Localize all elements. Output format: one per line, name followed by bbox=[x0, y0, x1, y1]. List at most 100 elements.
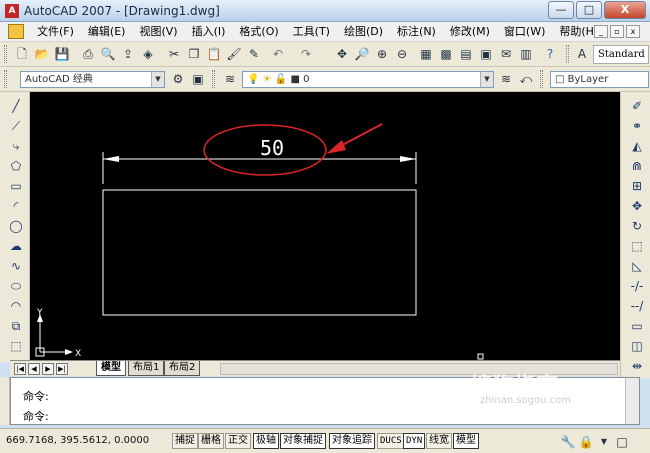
menu-modify[interactable]: 修改(M) bbox=[443, 25, 497, 39]
close-button[interactable]: X bbox=[604, 1, 646, 19]
menu-view[interactable]: 视图(V) bbox=[132, 25, 184, 39]
design-center-icon[interactable]: ▩ bbox=[438, 46, 454, 62]
maximize-button[interactable]: □ bbox=[576, 1, 602, 19]
new-file-icon[interactable]: 🗋 bbox=[14, 46, 30, 62]
copy-icon[interactable]: ❐ bbox=[186, 46, 202, 62]
stretch-icon[interactable]: ◺ bbox=[629, 258, 645, 274]
help-icon[interactable]: ? bbox=[542, 46, 558, 62]
lineweight-toggle[interactable]: 线宽 bbox=[426, 433, 452, 449]
toolbar-grip[interactable] bbox=[4, 45, 7, 63]
menu-window[interactable]: 窗口(W) bbox=[497, 25, 552, 39]
markup-icon[interactable]: ✉ bbox=[498, 46, 514, 62]
ellipse-arc-icon[interactable]: ◠ bbox=[8, 298, 24, 314]
first-tab-button[interactable]: |◀ bbox=[14, 363, 26, 375]
menu-insert[interactable]: 插入(I) bbox=[185, 25, 233, 39]
spline-icon[interactable]: ∿ bbox=[8, 258, 24, 274]
tab-model[interactable]: 模型 bbox=[96, 361, 126, 376]
grid-toggle[interactable]: 栅格 bbox=[198, 433, 224, 449]
minimize-button[interactable]: — bbox=[548, 1, 574, 19]
construction-line-icon[interactable]: ⟋ bbox=[8, 118, 24, 134]
cut-icon[interactable]: ✂ bbox=[166, 46, 182, 62]
lock-icon[interactable]: 🔒 bbox=[578, 434, 594, 450]
scale-icon[interactable]: ⬚ bbox=[629, 238, 645, 254]
trim-icon[interactable]: -/- bbox=[629, 278, 645, 294]
coordinates-readout[interactable]: 669.7168, 395.5612, 0.0000 bbox=[6, 433, 166, 449]
explode-icon[interactable]: ⇹ bbox=[629, 358, 645, 374]
command-prompt-line[interactable]: 命令: bbox=[23, 408, 49, 424]
block-editor-icon[interactable]: ✎ bbox=[246, 46, 262, 62]
menu-dimension[interactable]: 标注(N) bbox=[390, 25, 443, 39]
plot-preview-icon[interactable]: 🔍 bbox=[100, 46, 116, 62]
text-style-icon[interactable]: A bbox=[574, 46, 590, 62]
zoom-realtime-icon[interactable]: 🔎 bbox=[354, 46, 370, 62]
communication-center-icon[interactable]: 🔧 bbox=[560, 434, 576, 450]
drawn-rectangle[interactable] bbox=[102, 189, 417, 316]
zoom-window-icon[interactable]: ⊕ bbox=[374, 46, 390, 62]
chamfer-icon[interactable]: ◫ bbox=[629, 338, 645, 354]
paste-icon[interactable]: 📋 bbox=[206, 46, 222, 62]
mdi-restore-button[interactable]: ▫ bbox=[610, 25, 624, 38]
properties-icon[interactable]: ▦ bbox=[418, 46, 434, 62]
text-style-select[interactable]: Standard bbox=[593, 45, 649, 64]
offset-icon[interactable]: ⋒ bbox=[629, 158, 645, 174]
pan-realtime-icon[interactable]: ✥ bbox=[334, 46, 350, 62]
redo-icon[interactable]: ↷ bbox=[298, 46, 314, 62]
dyn-toggle[interactable]: DYN bbox=[403, 433, 426, 449]
tab-layout2[interactable]: 布局2 bbox=[164, 361, 201, 376]
menu-edit[interactable]: 编辑(E) bbox=[81, 25, 133, 39]
line-icon[interactable]: ╱ bbox=[8, 98, 24, 114]
polygon-icon[interactable]: ⬠ bbox=[8, 158, 24, 174]
calculator-icon[interactable]: ▥ bbox=[518, 46, 534, 62]
toolbar-grip[interactable] bbox=[212, 70, 215, 88]
workspace-settings-icon[interactable]: ⚙ bbox=[170, 71, 186, 87]
toolbar-grip[interactable] bbox=[540, 70, 543, 88]
menu-draw[interactable]: 绘图(D) bbox=[337, 25, 390, 39]
insert-block-icon[interactable]: ⧉ bbox=[8, 318, 24, 334]
command-scrollbar[interactable] bbox=[625, 378, 639, 424]
toolbar-grip[interactable] bbox=[566, 45, 569, 63]
object-snap-toggle[interactable]: 对象捕捉 bbox=[280, 433, 326, 449]
command-window-grip[interactable] bbox=[0, 377, 10, 425]
tool-palettes-icon[interactable]: ▤ bbox=[458, 46, 474, 62]
workspace-select[interactable]: AutoCAD 经典 ▼ bbox=[20, 71, 165, 88]
autocad-app-icon[interactable]: A bbox=[5, 4, 19, 18]
arc-icon[interactable]: ◜ bbox=[8, 198, 24, 214]
save-icon[interactable]: 💾 bbox=[54, 46, 70, 62]
workspace-save-icon[interactable]: ▣ bbox=[190, 71, 206, 87]
layer-select[interactable]: 💡 ☀ 🔓 ■ 0 ▼ bbox=[242, 71, 494, 88]
undo-icon[interactable]: ↶ bbox=[270, 46, 286, 62]
extend-icon[interactable]: --/ bbox=[629, 298, 645, 314]
horizontal-scrollbar[interactable] bbox=[220, 363, 618, 375]
break-icon[interactable]: ▭ bbox=[629, 318, 645, 334]
snap-toggle[interactable]: 捕捉 bbox=[172, 433, 198, 449]
color-control-select[interactable]: □ ByLayer bbox=[550, 71, 649, 88]
dimension-text[interactable]: 50 bbox=[260, 136, 284, 160]
chevron-down-icon[interactable]: ▼ bbox=[151, 72, 164, 87]
menu-format[interactable]: 格式(O) bbox=[232, 25, 285, 39]
menu-file[interactable]: 文件(F) bbox=[30, 25, 81, 39]
ducs-toggle[interactable]: DUCS bbox=[377, 433, 405, 449]
sheet-set-icon[interactable]: ▣ bbox=[478, 46, 494, 62]
clean-screen-icon[interactable]: □ bbox=[614, 434, 630, 450]
model-paper-toggle[interactable]: 模型 bbox=[453, 433, 479, 449]
make-block-icon[interactable]: ⬚ bbox=[8, 338, 24, 354]
tab-layout1[interactable]: 布局1 bbox=[128, 361, 165, 376]
layer-manager-icon[interactable]: ≋ bbox=[222, 71, 238, 87]
mdi-close-button[interactable]: x bbox=[626, 25, 640, 38]
match-properties-icon[interactable]: 🖌 bbox=[226, 46, 242, 62]
publish-icon[interactable]: ⇪ bbox=[120, 46, 136, 62]
copy-object-icon[interactable]: ⚭ bbox=[629, 118, 645, 134]
zoom-previous-icon[interactable]: ⊖ bbox=[394, 46, 410, 62]
mdi-minimize-button[interactable]: _ bbox=[594, 25, 608, 38]
3d-dwf-icon[interactable]: ◈ bbox=[140, 46, 156, 62]
open-file-icon[interactable]: 📂 bbox=[34, 46, 50, 62]
circle-icon[interactable]: ◯ bbox=[8, 218, 24, 234]
rotate-icon[interactable]: ↻ bbox=[629, 218, 645, 234]
revision-cloud-icon[interactable]: ☁ bbox=[8, 238, 24, 254]
menu-tools[interactable]: 工具(T) bbox=[286, 25, 337, 39]
polar-toggle[interactable]: 极轴 bbox=[253, 433, 279, 449]
ellipse-icon[interactable]: ⬭ bbox=[8, 278, 24, 294]
make-layer-current-icon[interactable]: ≋ bbox=[498, 71, 514, 87]
chevron-down-icon[interactable]: ▼ bbox=[596, 434, 612, 450]
polyline-icon[interactable]: ⤷ bbox=[8, 138, 24, 154]
